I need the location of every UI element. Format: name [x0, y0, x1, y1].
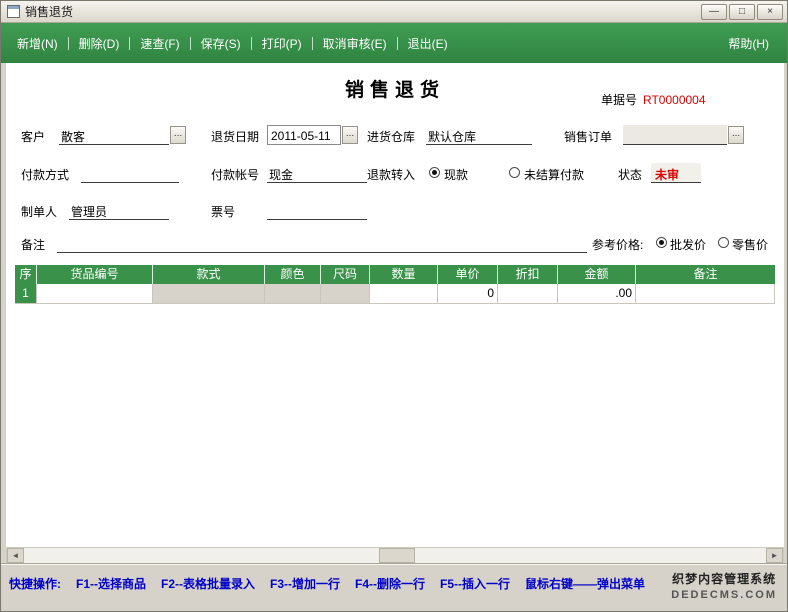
grid-header-row: 序 货品编号 款式 颜色 尺码 数量 单价 折扣 金额 备注: [15, 265, 775, 284]
scrollbar-thumb[interactable]: [379, 548, 415, 563]
app-icon: [7, 5, 20, 18]
grid-header-discount: 折扣: [498, 265, 558, 284]
scroll-right-arrow-icon[interactable]: ►: [766, 548, 783, 563]
grid-header-item-code: 货品编号: [37, 265, 153, 284]
window-title: 销售退货: [25, 3, 73, 20]
refund-to-label: 退款转入: [367, 166, 415, 183]
grid-cell-style[interactable]: [153, 284, 265, 304]
payment-method-label: 付款方式: [21, 166, 69, 183]
titlebar: 销售退货 — □ ×: [1, 1, 787, 23]
maker-input[interactable]: 管理员: [69, 200, 169, 220]
ref-price-retail-label: 零售价: [732, 236, 768, 253]
customer-input[interactable]: 散客: [59, 125, 169, 145]
grid-row: 1 0 .00: [15, 284, 775, 304]
shortcut-f2: F2--表格批量录入: [161, 575, 255, 592]
shortcut-hints-label: 快捷操作:: [9, 575, 61, 592]
grid-cell-size[interactable]: [321, 284, 370, 304]
ticket-no-label: 票号: [211, 203, 235, 220]
toolbar-help-button[interactable]: 帮助(H): [716, 35, 781, 52]
remark-input[interactable]: [57, 233, 587, 253]
doc-number-value: RT0000004: [643, 93, 706, 107]
grid-cell-item-code[interactable]: [37, 284, 153, 304]
warehouse-input[interactable]: 默认仓库: [426, 125, 532, 145]
detail-grid: 序 货品编号 款式 颜色 尺码 数量 单价 折扣 金额 备注 1 0 .: [15, 265, 775, 304]
toolbar-new-button[interactable]: 新增(N): [7, 35, 68, 52]
ref-price-retail-radio[interactable]: [718, 237, 729, 248]
app-window: 销售退货 — □ × 新增(N) 删除(D) 速查(F) 保存(S) 打印(P)…: [0, 0, 788, 612]
sales-order-input[interactable]: [623, 125, 727, 145]
grid-cell-remark[interactable]: [636, 284, 775, 304]
grid-cell-qty[interactable]: [370, 284, 438, 304]
payment-method-input[interactable]: [81, 163, 179, 183]
statusbar: 快捷操作: F1--选择商品 F2--表格批量录入 F3--增加一行 F4--删…: [1, 564, 787, 611]
shortcut-mouse-right: 鼠标右键——弹出菜单: [525, 575, 645, 592]
form-row-1: 客户 散客 ... 退货日期 2011-05-11 ... 进货仓库 默认仓库 …: [6, 125, 784, 149]
grid-header-color: 颜色: [265, 265, 321, 284]
horizontal-scrollbar[interactable]: ◄ ►: [6, 547, 784, 564]
watermark-domain: DEDECMS.COM: [671, 589, 777, 601]
customer-picker-button[interactable]: ...: [170, 126, 186, 144]
grid-header-unit-price: 单价: [438, 265, 498, 284]
scroll-left-arrow-icon[interactable]: ◄: [7, 548, 24, 563]
minimize-button[interactable]: —: [701, 4, 727, 20]
customer-label: 客户: [21, 128, 45, 145]
status-badge: 未审: [651, 163, 701, 183]
grid-cell-color[interactable]: [265, 284, 321, 304]
watermark: 织梦内容管理系统 DEDECMS.COM: [671, 570, 777, 601]
grid-cell-unit-price[interactable]: 0: [438, 284, 498, 304]
shortcut-f5: F5--插入一行: [440, 575, 510, 592]
remark-label: 备注: [21, 236, 45, 253]
toolbar-cancel-audit-button[interactable]: 取消审核(E): [313, 35, 397, 52]
sales-order-label: 销售订单: [564, 128, 612, 145]
grid-header-seq: 序: [15, 265, 37, 284]
grid-cell-amount[interactable]: .00: [558, 284, 636, 304]
ref-price-wholesale-radio[interactable]: [656, 237, 667, 248]
form-row-3: 制单人 管理员 票号: [6, 200, 784, 224]
grid-header-size: 尺码: [321, 265, 370, 284]
form-area: 销售退货 单据号RT0000004 客户 散客 ... 退货日期 2011-05…: [6, 63, 784, 547]
doc-number-label: 单据号: [601, 93, 637, 107]
payment-account-input[interactable]: 现金: [267, 163, 367, 183]
return-date-input[interactable]: 2011-05-11: [267, 125, 341, 145]
watermark-title: 织梦内容管理系统: [671, 570, 777, 587]
toolbar-quickfind-button[interactable]: 速查(F): [130, 35, 189, 52]
shortcut-f3: F3--增加一行: [270, 575, 340, 592]
maker-label: 制单人: [21, 203, 57, 220]
toolbar-exit-button[interactable]: 退出(E): [398, 35, 458, 52]
refund-cash-option-label: 现款: [444, 166, 468, 183]
grid-row-seq[interactable]: 1: [15, 284, 37, 304]
grid-header-qty: 数量: [370, 265, 438, 284]
warehouse-label: 进货仓库: [367, 128, 415, 145]
return-date-label: 退货日期: [211, 128, 259, 145]
ticket-no-input[interactable]: [267, 200, 367, 220]
maximize-button[interactable]: □: [729, 4, 755, 20]
grid-header-remark: 备注: [636, 265, 775, 284]
payment-account-label: 付款帐号: [211, 166, 259, 183]
form-row-2: 付款方式 付款帐号 现金 退款转入 现款 未结算付款 状态 未审: [6, 163, 784, 187]
refund-unsettled-radio[interactable]: [509, 167, 520, 178]
toolbar-print-button[interactable]: 打印(P): [252, 35, 312, 52]
date-picker-button[interactable]: ...: [342, 126, 358, 144]
refund-unsettled-option-label: 未结算付款: [524, 166, 584, 183]
grid-header-style: 款式: [153, 265, 265, 284]
sales-order-picker-button[interactable]: ...: [728, 126, 744, 144]
status-label: 状态: [618, 166, 642, 183]
toolbar: 新增(N) 删除(D) 速查(F) 保存(S) 打印(P) 取消审核(E) 退出…: [1, 23, 787, 63]
close-button[interactable]: ×: [757, 4, 783, 20]
doc-number: 单据号 RT0000004: [601, 91, 706, 108]
grid-cell-discount[interactable]: [498, 284, 558, 304]
shortcut-hints: 快捷操作: F1--选择商品 F2--表格批量录入 F3--增加一行 F4--删…: [9, 575, 779, 592]
shortcut-f4: F4--删除一行: [355, 575, 425, 592]
refund-cash-radio[interactable]: [429, 167, 440, 178]
form-row-4: 备注 参考价格: 批发价 零售价: [6, 233, 784, 257]
toolbar-save-button[interactable]: 保存(S): [191, 35, 251, 52]
shortcut-f1: F1--选择商品: [76, 575, 146, 592]
ref-price-wholesale-label: 批发价: [670, 236, 706, 253]
grid-header-amount: 金额: [558, 265, 636, 284]
ref-price-label: 参考价格:: [592, 236, 643, 253]
window-controls: — □ ×: [701, 4, 783, 20]
toolbar-delete-button[interactable]: 删除(D): [69, 35, 130, 52]
